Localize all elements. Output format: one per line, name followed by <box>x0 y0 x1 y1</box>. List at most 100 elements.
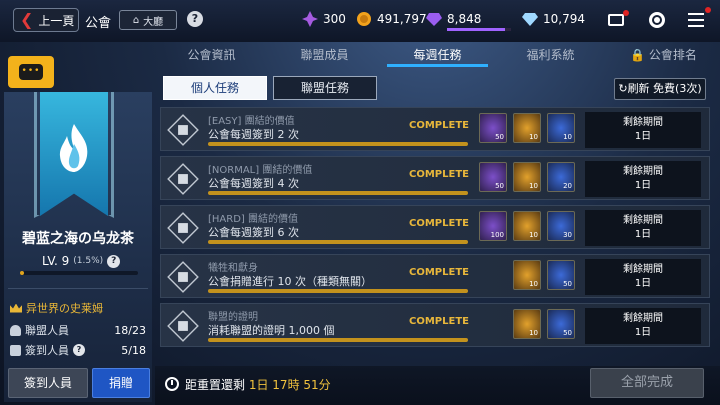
tab-guild-info[interactable]: 公會資訊 <box>155 43 268 67</box>
checkin-label: 簽到人員 <box>25 344 69 357</box>
task-subtitle: 犧牲和獻身 <box>208 263 258 274</box>
reward-item[interactable]: 50 <box>479 162 507 192</box>
remaining-period: 剩餘期間 1日 <box>585 112 701 148</box>
menu-icon[interactable] <box>688 7 711 27</box>
tab-personal-tasks[interactable]: 個人任務 <box>163 76 267 100</box>
guild-panel: 碧蓝之海の乌龙茶 LV. 9 (1.5%) ? 异世界の史莱姆 聯盟人員 18/… <box>4 92 152 402</box>
tab-ranking-label: 公會排名 <box>648 48 697 62</box>
exp-fill <box>20 271 24 275</box>
remaining-value: 1日 <box>634 229 652 240</box>
guild-tabs: 公會資訊 聯盟成員 每週任務 福利系統 🔒 公會排名 <box>155 43 720 67</box>
remaining-label: 剩餘期間 <box>623 117 663 128</box>
back-label: 上一頁 <box>38 13 75 28</box>
person-icon <box>10 324 21 336</box>
reward-item[interactable]: 10 <box>513 162 541 192</box>
task-row[interactable]: [NORMAL] 團結的價值 公會每週簽到 4 次 COMPLETE 50 10… <box>160 156 710 200</box>
remaining-period: 剩餘期間 1日 <box>585 161 701 197</box>
resource-value: 491,797 <box>377 12 427 26</box>
task-status: COMPLETE <box>409 169 469 180</box>
task-subtitle: [EASY] 團結的價值 <box>208 116 295 127</box>
guild-level: LV. 9 (1.5%) ? <box>42 254 121 268</box>
task-row[interactable]: 聯盟的證明 消耗聯盟的證明 1,000 個 COMPLETE 10 50 剩餘期… <box>160 303 710 347</box>
members-value: 18/23 <box>114 323 146 337</box>
guild-leader: 异世界の史莱姆 <box>10 300 103 316</box>
reset-timer: 距重置還剩 1日 17時 51分 <box>185 376 331 393</box>
task-checkin-icon <box>167 212 199 244</box>
reward-qty: 10 <box>529 329 538 337</box>
remaining-label: 剩餘期間 <box>623 264 663 275</box>
clock-icon <box>165 377 179 391</box>
task-subtitle: [NORMAL] 團結的價值 <box>208 165 313 176</box>
reward-qty: 50 <box>495 133 504 141</box>
resource-value: 8,848 <box>447 12 482 26</box>
task-row[interactable]: [EASY] 團結的價值 公會每週簽到 2 次 COMPLETE 50 10 1… <box>160 107 710 151</box>
reward-item[interactable]: 50 <box>479 113 507 143</box>
notification-dot <box>623 10 629 16</box>
reward-item[interactable]: 50 <box>547 260 575 290</box>
tab-ranking[interactable]: 🔒 公會排名 <box>607 43 720 67</box>
reward-item[interactable]: 30 <box>547 211 575 241</box>
gold-coin-icon <box>357 12 371 26</box>
task-title: 公會每週簽到 4 次 <box>208 177 299 190</box>
reward-qty: 20 <box>563 182 572 190</box>
reward-item[interactable]: 10 <box>513 211 541 241</box>
reward-item[interactable]: 10 <box>547 113 575 143</box>
resource-gold[interactable]: 491,797 <box>356 11 427 27</box>
help-icon[interactable]: ? <box>187 11 203 27</box>
task-row[interactable]: 犧牲和獻身 公會捐贈進行 10 次（種類無關） COMPLETE 10 50 剩… <box>160 254 710 298</box>
diamond-icon <box>522 13 538 26</box>
task-status: COMPLETE <box>409 267 469 278</box>
mail-icon[interactable] <box>608 10 629 26</box>
remaining-value: 1日 <box>634 327 652 338</box>
reward-qty: 10 <box>529 280 538 288</box>
donate-button[interactable]: 捐贈 <box>92 368 150 398</box>
task-progress-bar <box>208 289 468 293</box>
task-subtitle: 聯盟的證明 <box>208 312 258 323</box>
remaining-period: 剩餘期間 1日 <box>585 259 701 295</box>
section-title: 公會 <box>85 16 112 31</box>
purple-gem-icon <box>426 13 442 26</box>
resource-diamond[interactable]: 10,794 <box>522 11 585 27</box>
help-icon[interactable]: ? <box>107 254 121 268</box>
remaining-label: 剩餘期間 <box>623 313 663 324</box>
complete-all-button[interactable]: 全部完成 <box>590 368 704 398</box>
reward-qty: 50 <box>563 280 572 288</box>
reward-qty: 50 <box>495 182 504 190</box>
reward-item[interactable]: 20 <box>547 162 575 192</box>
task-title: 公會捐贈進行 10 次（種類無關） <box>208 275 372 288</box>
leader-name: 异世界の史莱姆 <box>26 302 103 315</box>
tab-alliance-tasks[interactable]: 聯盟任務 <box>273 76 377 100</box>
task-status: COMPLETE <box>409 316 469 327</box>
resource-crystal[interactable]: 300 <box>302 11 346 27</box>
lobby-button[interactable]: ⌂ 大廳 <box>119 10 177 30</box>
lobby-label: 大廳 <box>143 16 164 28</box>
chat-button[interactable]: ••• <box>8 56 54 88</box>
tab-weekly-tasks[interactable]: 每週任務 <box>381 43 494 67</box>
back-button[interactable]: ❮ 上一頁 <box>13 8 79 32</box>
divider <box>8 288 148 289</box>
refresh-button[interactable]: ↻刷新 免費(3次) <box>614 78 706 100</box>
chat-icon: ••• <box>19 64 43 80</box>
tab-welfare[interactable]: 福利系統 <box>494 43 607 67</box>
reset-label: 距重置還剩 <box>185 378 246 392</box>
reward-item[interactable]: 50 <box>547 309 575 339</box>
checkin-members-button[interactable]: 簽到人員 <box>8 368 88 398</box>
reward-item[interactable]: 10 <box>513 260 541 290</box>
remaining-label: 剩餘期間 <box>623 215 663 226</box>
reward-item[interactable]: 10 <box>513 113 541 143</box>
gear-icon[interactable] <box>649 12 665 28</box>
resource-gem[interactable]: 8,848 <box>426 11 511 31</box>
task-status: COMPLETE <box>409 120 469 131</box>
footer-bar: 距重置還剩 1日 17時 51分 全部完成 <box>155 366 720 405</box>
task-row[interactable]: [HARD] 團結的價值 公會每週簽到 6 次 COMPLETE 100 10 … <box>160 205 710 249</box>
help-icon[interactable]: ? <box>73 344 85 356</box>
checkin-icon <box>10 344 21 356</box>
reward-item[interactable]: 10 <box>513 309 541 339</box>
task-subtitle: [HARD] 團結的價值 <box>208 214 298 225</box>
level-label: LV. 9 <box>42 254 70 268</box>
reward-qty: 10 <box>529 133 538 141</box>
notification-dot <box>705 7 711 13</box>
tab-members[interactable]: 聯盟成員 <box>268 43 381 67</box>
reward-item[interactable]: 100 <box>479 211 507 241</box>
remaining-value: 1日 <box>634 180 652 191</box>
